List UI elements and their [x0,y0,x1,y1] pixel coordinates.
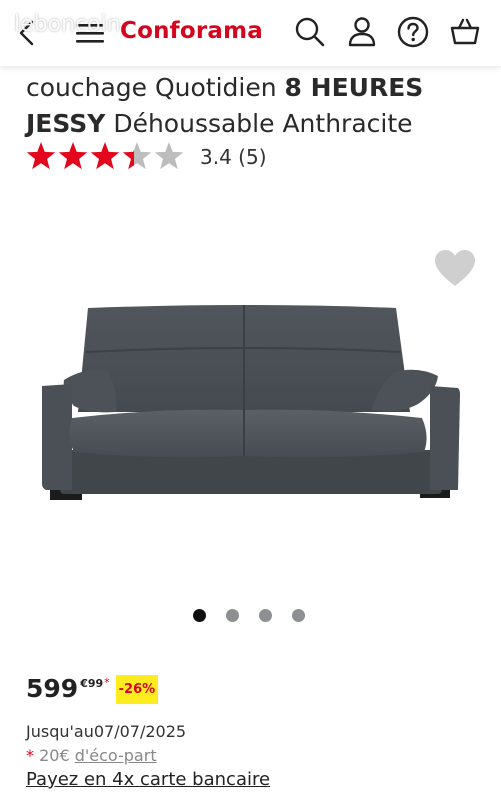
star-icon [154,142,184,170]
installments-link[interactable]: Payez en 4x carte bancaire [26,769,270,790]
gallery-dot-1[interactable] [193,609,206,622]
brand-logo[interactable]: Conforama [120,18,263,44]
price: 599 €99 * -26% [26,674,159,704]
eco-link[interactable]: d'éco-part [75,746,157,765]
eco-amount: 20€ [34,746,75,765]
account-icon[interactable] [347,16,377,48]
title-line1: couchage Quotidien [26,73,285,102]
basket-icon[interactable] [450,16,480,48]
price-asterisk: * [104,676,110,689]
rating-text: 3.4 (5) [200,145,267,169]
star-icon [26,142,56,170]
product-image[interactable] [38,300,464,506]
star-icon [90,142,120,170]
star-icon [58,142,88,170]
promo-end-date: Jusqu'au07/07/2025 [26,722,187,741]
rating-stars [26,142,184,170]
title-line2: Déhoussable Anthracite [105,109,413,138]
price-cents: €99 [80,677,104,690]
watermark: leboncoin [14,12,121,37]
search-icon[interactable] [294,16,326,48]
eco-participation: * 20€ d'éco-part [26,746,157,765]
rating[interactable]: 3.4 (5) [26,140,267,174]
gallery-dot-2[interactable] [226,609,239,622]
discount-badge: -26% [115,675,159,704]
star-icon [122,142,152,170]
price-integer: 599 [26,674,79,703]
gallery-dot-3[interactable] [259,609,272,622]
product-title: couchage Quotidien 8 HEURES JESSY Déhous… [26,70,486,142]
heart-icon[interactable] [433,248,477,288]
gallery-pagination[interactable] [193,609,305,622]
title-line2-bold: JESSY [26,109,106,138]
title-line1-bold: 8 HEURES [284,73,424,102]
gallery-dot-4[interactable] [292,609,305,622]
help-icon[interactable] [397,16,429,48]
eco-asterisk: * [26,746,34,765]
